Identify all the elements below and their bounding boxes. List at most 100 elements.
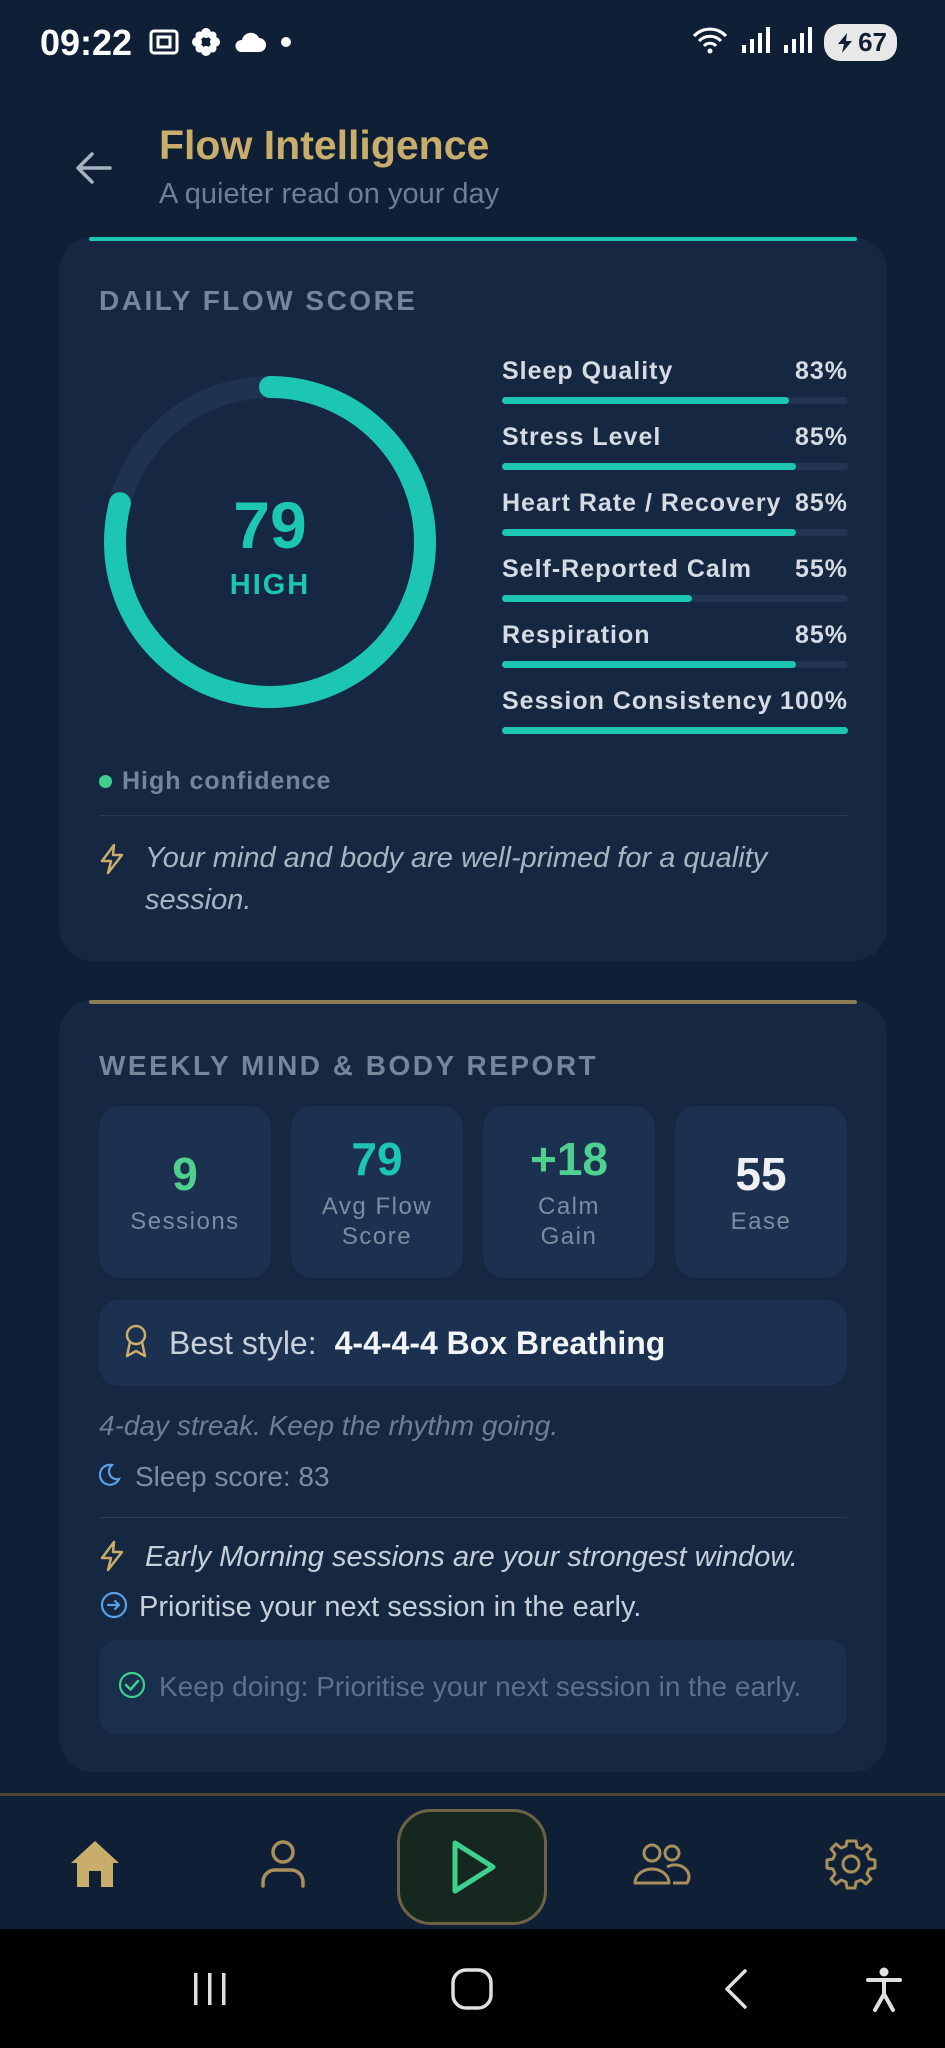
wifi-icon (690, 24, 730, 61)
metric-row-stress-level: Stress Level 85% (502, 423, 848, 489)
confidence-indicator: High confidence (99, 767, 331, 796)
next-action-row[interactable]: Prioritise your next session in the earl… (99, 1590, 641, 1625)
card-accent-line (89, 1000, 857, 1004)
battery-level: 67 (858, 27, 887, 57)
divider (99, 815, 847, 816)
flow-score-value: 79 (233, 488, 307, 562)
page-title: Flow Intelligence (159, 122, 490, 168)
best-style-prefix: Best style: (169, 1324, 317, 1361)
metric-bar-track (502, 727, 848, 734)
lightning-icon (99, 1536, 125, 1578)
stat-label: Avg Flow Score (321, 1193, 433, 1250)
recents-icon (194, 1972, 226, 2005)
lightning-icon (99, 837, 125, 921)
stat-tile-calm-gain: +18 Calm Gain (483, 1106, 655, 1278)
accessibility-icon (866, 1967, 902, 2012)
home-icon (71, 1841, 119, 1887)
home-circle-icon (451, 1967, 493, 2010)
keep-doing-text: Keep doing: Prioritise your next session… (159, 1671, 802, 1702)
insight-text: Early Morning sessions are your stronges… (145, 1541, 798, 1573)
best-style-name: 4-4-4-4 Box Breathing (334, 1324, 666, 1361)
play-session-button[interactable] (397, 1809, 547, 1925)
metric-name: Self-Reported Calm (502, 555, 752, 583)
metric-bar-track (502, 397, 848, 404)
group-icon (633, 1843, 691, 1885)
metrics-list: Sleep Quality 83% Stress Level 85% Heart… (502, 357, 848, 753)
signal-icon-2 (782, 25, 814, 60)
notification-dot-icon (278, 34, 294, 50)
metric-row-heart-rate: Heart Rate / Recovery 85% (502, 489, 848, 555)
system-navigation-bar (0, 1929, 945, 2048)
keep-doing-box: Keep doing: Prioritise your next session… (99, 1640, 847, 1734)
divider (99, 1517, 847, 1518)
metric-bar-fill (502, 727, 848, 734)
check-circle-icon (117, 1670, 147, 1705)
window-insight: Early Morning sessions are your stronges… (99, 1536, 847, 1578)
metric-row-self-reported-calm: Self-Reported Calm 55% (502, 555, 848, 621)
nav-profile[interactable] (238, 1796, 328, 1932)
back-system-button[interactable] (696, 1929, 776, 2048)
moon-icon (98, 1460, 127, 1493)
home-system-button[interactable] (432, 1929, 512, 2048)
metric-bar-track (502, 529, 848, 536)
card-heading: WEEKLY MIND & BODY REPORT (99, 1050, 599, 1081)
nav-home[interactable] (50, 1796, 140, 1932)
nav-settings[interactable] (806, 1796, 896, 1932)
weekly-report-card: WEEKLY MIND & BODY REPORT 9 Sessions 79 … (59, 1000, 887, 1772)
accessibility-button[interactable] (846, 1929, 922, 2048)
stat-label: Sessions (130, 1208, 240, 1235)
metric-value: 85% (794, 489, 848, 517)
gear-icon (825, 1839, 877, 1890)
best-style-banner: Best style: 4-4-4-4 Box Breathing (99, 1300, 847, 1386)
stat-label: Ease (730, 1208, 792, 1235)
back-button[interactable] (66, 140, 122, 196)
play-icon (452, 1840, 496, 1894)
flower-icon (190, 26, 222, 58)
recents-button[interactable] (170, 1929, 250, 2048)
battery-indicator: 67 (824, 24, 897, 61)
sleep-score-text: Sleep score: 83 (135, 1460, 330, 1492)
metric-row-session-consistency: Session Consistency 100% (502, 687, 848, 753)
confidence-dot-icon (99, 775, 112, 788)
sleep-score-row: Sleep score: 83 (98, 1460, 330, 1493)
daily-flow-score-card: DAILY FLOW SCORE 79 HIGH Sleep Quality 8… (59, 237, 887, 961)
metric-name: Stress Level (502, 423, 662, 451)
metric-bar-fill (502, 595, 693, 602)
arrow-left-icon (76, 152, 112, 184)
stat-value: +18 (529, 1133, 609, 1185)
metric-bar-fill (502, 661, 797, 668)
weekly-stats: 9 Sessions 79 Avg Flow Score +18 Calm Ga… (99, 1106, 847, 1278)
metric-name: Sleep Quality (502, 357, 674, 385)
card-accent-line (89, 237, 857, 241)
metric-bar-track (502, 661, 848, 668)
metric-value: 100% (780, 687, 848, 715)
stat-label: Calm Gain (537, 1193, 600, 1250)
nav-community[interactable] (616, 1796, 706, 1932)
charging-icon (838, 32, 853, 53)
status-bar: 09:22 67 (0, 0, 945, 92)
stat-value: 9 (172, 1148, 198, 1200)
confidence-text: High confidence (122, 767, 332, 795)
metric-bar-track (502, 463, 848, 470)
page-subtitle: A quieter read on your day (159, 178, 500, 210)
stat-tile-sessions: 9 Sessions (99, 1106, 271, 1278)
chevron-left-icon (725, 1968, 747, 2009)
metric-bar-fill (502, 463, 797, 470)
page-header: Flow Intelligence A quieter read on your… (0, 110, 945, 220)
metric-row-sleep-quality: Sleep Quality 83% (502, 357, 848, 423)
flow-score-label: HIGH (229, 569, 311, 601)
streak-text: 4-day streak. Keep the rhythm going. (99, 1410, 559, 1441)
flow-insight: Your mind and body are well-primed for a… (99, 837, 847, 921)
metric-bar-fill (502, 397, 790, 404)
bottom-navigation (0, 1793, 945, 1929)
arrow-circle-right-icon (99, 1590, 129, 1625)
metric-value: 85% (794, 423, 848, 451)
flow-score-ring: 79 HIGH (97, 369, 443, 715)
metric-name: Session Consistency (502, 687, 773, 715)
metric-bar-fill (502, 529, 797, 536)
status-time: 09:22 (40, 22, 133, 63)
award-icon (121, 1323, 151, 1364)
stat-value: 79 (351, 1133, 403, 1185)
insight-text: Your mind and body are well-primed for a… (145, 842, 768, 916)
cloud-icon (232, 28, 268, 56)
